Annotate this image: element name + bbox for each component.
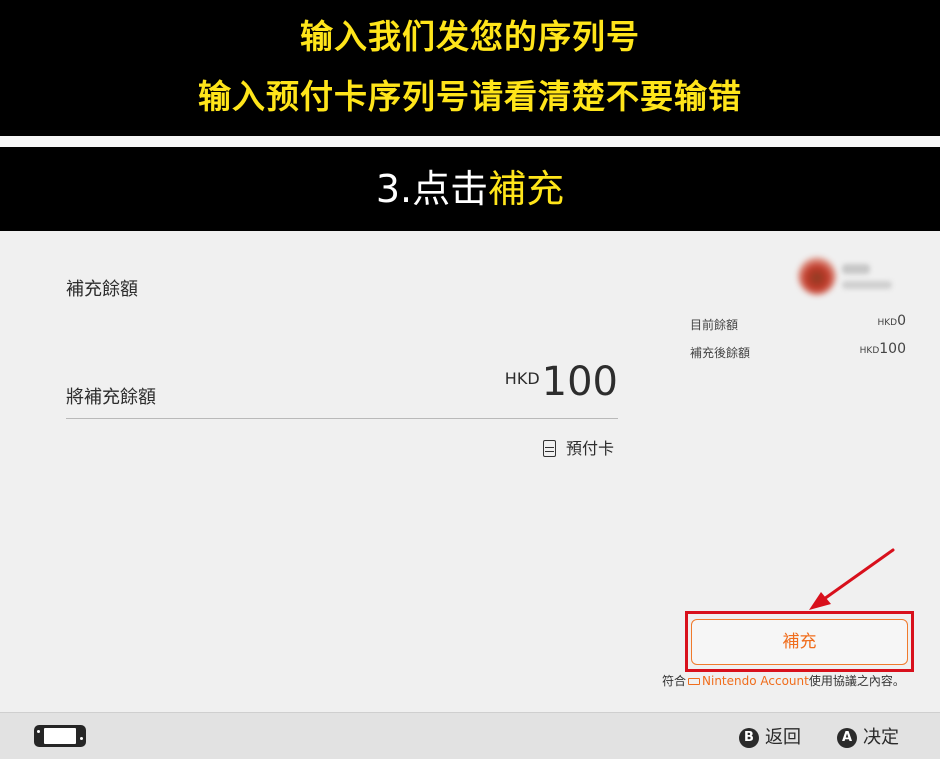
user-id-blurred (842, 281, 892, 289)
payment-method: 預付卡 (542, 435, 614, 459)
terms-link[interactable]: Nintendo Account (702, 674, 809, 688)
amount-divider (66, 418, 618, 419)
avatar (798, 257, 836, 295)
back-button[interactable]: B 返回 (739, 723, 801, 749)
link-icon (688, 678, 701, 685)
current-balance-currency: HKD (877, 318, 898, 328)
current-balance-amount: HKD0 (877, 313, 906, 329)
console-icon (34, 725, 86, 747)
terms-suffix: 使用協議之內容。 (808, 674, 905, 688)
confirm-label: 决定 (863, 727, 899, 748)
instruction-banner: 输入我们发您的序列号 输入预付卡序列号请看清楚不要输错 (0, 0, 940, 136)
amount-display: HKD100 (505, 359, 618, 405)
b-button-icon: B (739, 728, 759, 748)
after-balance-value: 100 (879, 341, 906, 357)
arrow-icon (809, 548, 895, 610)
step-prefix: 3.点击 (375, 167, 489, 211)
amount-label: 將補充餘額 (66, 387, 156, 408)
after-balance-label: 補充後餘額 (690, 346, 751, 360)
step-banner: 3.点击補充 (0, 147, 940, 231)
back-label: 返回 (765, 727, 801, 748)
user-name-blurred (842, 264, 870, 274)
amount-value: 100 (541, 359, 618, 405)
prepaid-card-icon (542, 440, 556, 457)
topup-screen: 補充餘額 將補充餘額 HKD100 預付卡 目前餘額 HKD0 補充後餘額 HK… (0, 231, 940, 712)
current-balance-value: 0 (897, 313, 906, 329)
confirm-button[interactable]: A 决定 (837, 723, 899, 749)
after-balance-amount: HKD100 (860, 341, 906, 357)
step-highlight: 補充 (488, 167, 565, 211)
amount-currency: HKD (504, 369, 540, 388)
topup-button[interactable]: 補充 (691, 619, 908, 665)
banner-divider (0, 136, 940, 147)
footer-bar: B 返回 A 决定 (0, 712, 940, 759)
terms-prefix: 符合 (662, 674, 687, 688)
instruction-line-2: 输入预付卡序列号请看清楚不要输错 (198, 77, 742, 116)
after-balance-currency: HKD (859, 346, 880, 356)
a-button-icon: A (837, 728, 857, 748)
terms-notice: 符合 Nintendo Account使用協議之內容。 (662, 673, 918, 689)
page-title: 補充餘額 (66, 279, 138, 300)
instruction-line-1: 输入我们发您的序列号 (300, 17, 640, 56)
payment-method-label: 預付卡 (565, 439, 614, 458)
current-balance-label: 目前餘額 (690, 318, 739, 332)
